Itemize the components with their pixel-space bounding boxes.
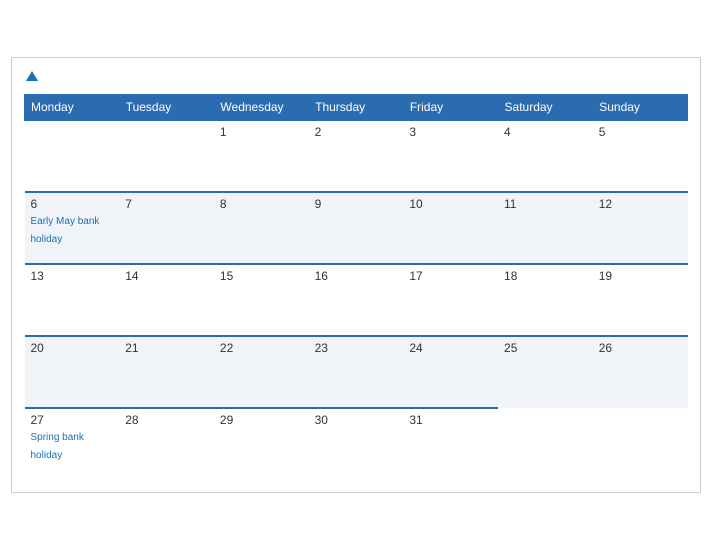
calendar-cell <box>119 120 214 192</box>
header-day-saturday: Saturday <box>498 95 593 121</box>
calendar-cell: 8 <box>214 192 309 264</box>
calendar-week-row: 6 Early May bank holiday 789 10 11 12 <box>25 192 688 264</box>
calendar-cell: 13 <box>25 264 120 336</box>
calendar-cell: 17 <box>403 264 498 336</box>
calendar-cell <box>25 120 120 192</box>
calendar-cell: 31 <box>403 408 498 480</box>
day-number: 17 <box>409 269 492 283</box>
day-number: 23 <box>315 341 398 355</box>
calendar-cell: 2 <box>309 120 404 192</box>
calendar-cell: 25 <box>498 336 593 408</box>
day-number: 11 <box>504 197 587 211</box>
day-number: 16 <box>315 269 398 283</box>
calendar-cell: 4 <box>498 120 593 192</box>
calendar-cell: 10 <box>403 192 498 264</box>
calendar-cell: 16 <box>309 264 404 336</box>
day-number: 18 <box>504 269 587 283</box>
header-day-friday: Friday <box>403 95 498 121</box>
calendar-cell: 23 <box>309 336 404 408</box>
header-day-tuesday: Tuesday <box>119 95 214 121</box>
calendar-container: MondayTuesdayWednesdayThursdayFridaySatu… <box>11 57 701 493</box>
event-text: Early May bank holiday <box>31 216 100 245</box>
day-number: 10 <box>409 197 492 211</box>
header-day-monday: Monday <box>25 95 120 121</box>
header-day-sunday: Sunday <box>593 95 688 121</box>
header-day-wednesday: Wednesday <box>214 95 309 121</box>
calendar-week-row: 27 Spring bank holiday 28 29 30 31 <box>25 408 688 480</box>
calendar-cell: 28 <box>119 408 214 480</box>
day-number: 3 <box>409 125 492 139</box>
day-number: 14 <box>125 269 208 283</box>
logo-blue-text <box>24 68 38 84</box>
logo <box>24 68 38 84</box>
calendar-cell: 19 <box>593 264 688 336</box>
calendar-cell: 3 <box>403 120 498 192</box>
day-number: 12 <box>599 197 682 211</box>
calendar-week-row: 20 21 22 23 24 25 26 <box>25 336 688 408</box>
calendar-cell: 27 Spring bank holiday <box>25 408 120 480</box>
calendar-cell: 7 <box>119 192 214 264</box>
day-number: 9 <box>315 197 398 211</box>
calendar-body: 123456Early May bank holiday789101112131… <box>25 120 688 480</box>
logo-triangle-icon <box>26 71 38 81</box>
calendar-cell: 18 <box>498 264 593 336</box>
day-number: 26 <box>599 341 682 355</box>
calendar-cell: 26 <box>593 336 688 408</box>
header-row: MondayTuesdayWednesdayThursdayFridaySatu… <box>25 95 688 121</box>
day-number: 29 <box>220 413 303 427</box>
day-number: 30 <box>315 413 398 427</box>
day-number: 20 <box>31 341 114 355</box>
day-number: 31 <box>409 413 492 427</box>
day-number: 15 <box>220 269 303 283</box>
calendar-week-row: 13 14 15 16 17 18 19 <box>25 264 688 336</box>
day-number: 21 <box>125 341 208 355</box>
calendar-thead: MondayTuesdayWednesdayThursdayFridaySatu… <box>25 95 688 121</box>
calendar-cell: 11 <box>498 192 593 264</box>
day-number: 4 <box>504 125 587 139</box>
day-number: 27 <box>31 413 114 427</box>
calendar-header <box>24 68 688 84</box>
day-number: 13 <box>31 269 114 283</box>
calendar-cell: 22 <box>214 336 309 408</box>
calendar-week-row: 12345 <box>25 120 688 192</box>
day-number: 6 <box>31 197 114 211</box>
day-number: 25 <box>504 341 587 355</box>
day-number: 1 <box>220 125 303 139</box>
day-number: 28 <box>125 413 208 427</box>
calendar-grid: MondayTuesdayWednesdayThursdayFridaySatu… <box>24 94 688 480</box>
day-number: 2 <box>315 125 398 139</box>
calendar-cell: 15 <box>214 264 309 336</box>
calendar-cell: 24 <box>403 336 498 408</box>
calendar-cell: 21 <box>119 336 214 408</box>
event-text: Spring bank holiday <box>31 432 84 461</box>
calendar-cell <box>498 408 593 480</box>
calendar-cell: 30 <box>309 408 404 480</box>
day-number: 7 <box>125 197 208 211</box>
calendar-cell: 1 <box>214 120 309 192</box>
day-number: 8 <box>220 197 303 211</box>
calendar-cell: 5 <box>593 120 688 192</box>
day-number: 5 <box>599 125 682 139</box>
day-number: 22 <box>220 341 303 355</box>
calendar-cell: 12 <box>593 192 688 264</box>
calendar-cell: 29 <box>214 408 309 480</box>
calendar-cell: 6 Early May bank holiday <box>25 192 120 264</box>
day-number: 19 <box>599 269 682 283</box>
calendar-cell <box>593 408 688 480</box>
calendar-cell: 9 <box>309 192 404 264</box>
header-day-thursday: Thursday <box>309 95 404 121</box>
day-number: 24 <box>409 341 492 355</box>
calendar-cell: 14 <box>119 264 214 336</box>
calendar-cell: 20 <box>25 336 120 408</box>
